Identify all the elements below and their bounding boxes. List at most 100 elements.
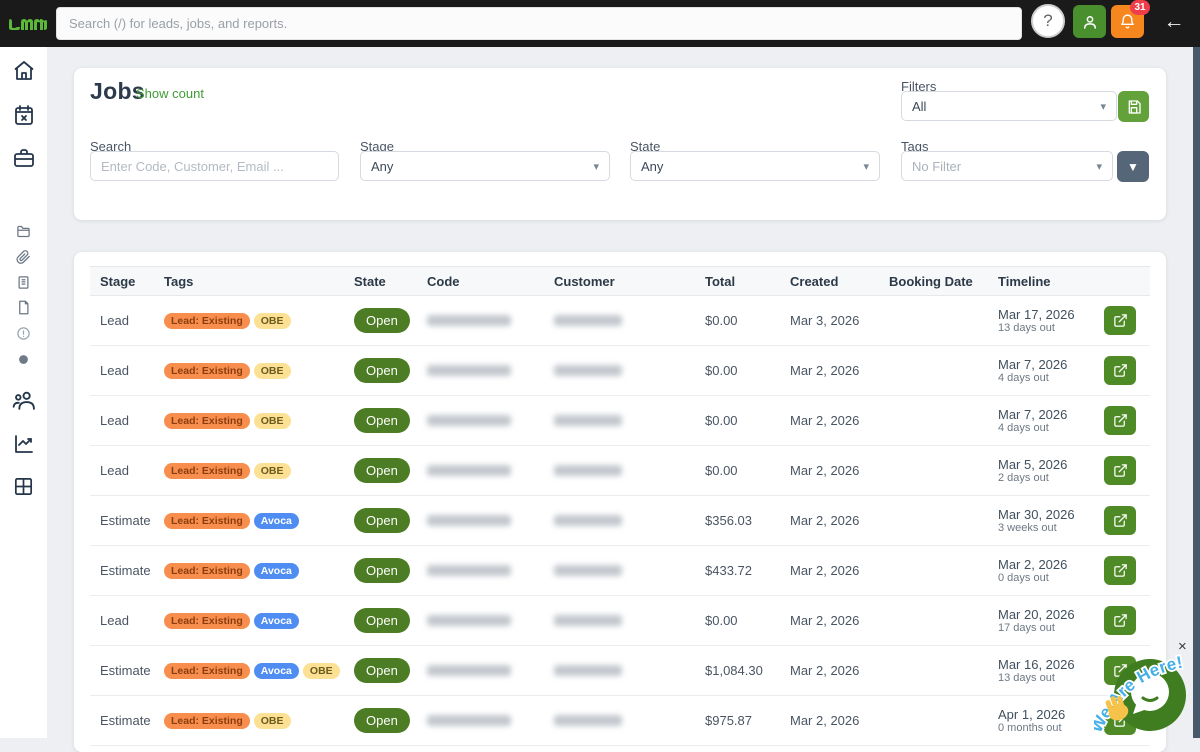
timeline-cell: Mar 7, 2026 4 days out — [988, 357, 1098, 385]
table-row[interactable]: Lead Lead: ExistingOBE Open $0.00 Mar 2,… — [90, 346, 1150, 396]
state-open-button[interactable]: Open — [354, 558, 410, 583]
table-row[interactable]: Lead Lead: ExistingOBE Open $0.00 Mar 3,… — [90, 296, 1150, 346]
tag-badge: Avoca — [254, 613, 299, 629]
state-select[interactable]: Any ▾ — [630, 151, 880, 181]
tag-badge: Lead: Existing — [164, 713, 250, 729]
state-open-button[interactable]: Open — [354, 358, 410, 383]
state-open-button[interactable]: Open — [354, 608, 410, 633]
table-row[interactable]: Estimate Lead: ExistingAvoca Open $356.0… — [90, 496, 1150, 546]
state-open-button[interactable]: Open — [354, 508, 410, 533]
sidebar-item-files[interactable] — [0, 300, 47, 315]
stage-cell: Estimate — [90, 663, 154, 678]
timeline-note: 4 days out — [998, 422, 1098, 435]
sidebar-item-jobs[interactable] — [0, 146, 47, 170]
back-arrow-icon[interactable]: ← — [1160, 8, 1188, 36]
table-row[interactable]: Lead Lead: ExistingOBE Open $0.00 Mar 2,… — [90, 396, 1150, 446]
sidebar-item-status[interactable] — [0, 352, 47, 367]
open-job-button[interactable] — [1104, 456, 1136, 485]
sidebar-item-info[interactable] — [0, 326, 47, 341]
state-open-button[interactable]: Open — [354, 408, 410, 433]
state-open-button[interactable]: Open — [354, 658, 410, 683]
external-link-icon — [1113, 413, 1128, 428]
column-header: Stage — [90, 274, 154, 289]
topbar: ? 31 ← — [0, 0, 1200, 47]
code-cell — [417, 365, 544, 376]
table-row[interactable]: Estimate Lead: ExistingAvoca Open $433.7… — [90, 546, 1150, 596]
sidebar-item-home[interactable] — [0, 59, 47, 83]
open-job-button[interactable] — [1104, 556, 1136, 585]
redacted-code — [427, 365, 511, 376]
redacted-customer — [554, 665, 622, 676]
timeline-date: Mar 17, 2026 — [998, 307, 1098, 322]
waving-hand-icon — [1103, 694, 1133, 722]
action-cell — [1098, 456, 1150, 485]
tags-cell: Lead: ExistingOBE — [154, 413, 344, 429]
table-row[interactable]: Lead Lead: ExistingOBE Open $0.00 Mar 2,… — [90, 446, 1150, 496]
lmn-logo[interactable] — [8, 11, 50, 35]
notebook-icon — [16, 275, 31, 290]
open-job-button[interactable] — [1104, 306, 1136, 335]
show-count-link[interactable]: Show count — [136, 86, 204, 101]
user-button[interactable] — [1073, 5, 1106, 38]
code-cell — [417, 665, 544, 676]
document-icon — [16, 300, 31, 315]
action-cell — [1098, 356, 1150, 385]
state-open-button[interactable]: Open — [354, 708, 410, 733]
chevron-down-icon: ▼ — [1127, 160, 1139, 174]
action-cell — [1098, 406, 1150, 435]
open-job-button[interactable] — [1104, 606, 1136, 635]
filters-select[interactable]: All ▾ — [901, 91, 1117, 121]
save-filter-button[interactable] — [1118, 91, 1149, 122]
external-link-icon — [1113, 563, 1128, 578]
tags-expand-button[interactable]: ▼ — [1117, 151, 1149, 182]
table-search-input[interactable] — [90, 151, 339, 181]
tags-select[interactable]: No Filter ▾ — [901, 151, 1113, 181]
timeline-note: 13 days out — [998, 672, 1098, 685]
sidebar-item-folder[interactable] — [0, 224, 47, 239]
help-button[interactable]: ? — [1031, 4, 1065, 38]
chevron-down-icon: ▾ — [1096, 160, 1102, 173]
sidebar-item-schedule[interactable] — [0, 103, 47, 127]
code-cell — [417, 715, 544, 726]
stage-select[interactable]: Any ▾ — [360, 151, 610, 181]
tag-badge: Lead: Existing — [164, 513, 250, 529]
table-row[interactable]: Estimate Lead: ExistingAvocaOBE Open $1,… — [90, 646, 1150, 696]
global-search-input[interactable] — [56, 7, 1022, 40]
timeline-cell: Mar 7, 2026 4 days out — [988, 407, 1098, 435]
timeline-cell: Apr 1, 2026 0 months out — [988, 707, 1098, 735]
external-link-icon — [1113, 463, 1128, 478]
table-row[interactable]: Lead Lead: ExistingAvoca Open $0.00 Mar … — [90, 596, 1150, 646]
redacted-code — [427, 415, 511, 426]
open-job-button[interactable] — [1104, 506, 1136, 535]
tags-cell: Lead: ExistingOBE — [154, 313, 344, 329]
sidebar-item-attachments[interactable] — [0, 249, 47, 264]
tags-cell: Lead: ExistingAvoca — [154, 563, 344, 579]
tag-badge: Avoca — [254, 563, 299, 579]
sidebar-item-customers[interactable] — [0, 388, 47, 413]
tags-cell: Lead: ExistingOBE — [154, 713, 344, 729]
open-job-button[interactable] — [1104, 406, 1136, 435]
code-cell — [417, 515, 544, 526]
sidebar-item-notes[interactable] — [0, 275, 47, 290]
calendar-x-icon — [12, 103, 36, 127]
state-open-button[interactable]: Open — [354, 458, 410, 483]
table-row[interactable]: Estimate Lead: ExistingOBE Open $975.87 … — [90, 696, 1150, 746]
chat-close-icon[interactable]: × — [1178, 638, 1187, 655]
state-cell: Open — [344, 358, 417, 383]
redacted-code — [427, 615, 511, 626]
customer-cell — [544, 715, 695, 726]
created-cell: Mar 2, 2026 — [780, 513, 879, 528]
created-cell: Mar 2, 2026 — [780, 563, 879, 578]
state-open-button[interactable]: Open — [354, 308, 410, 333]
reports-chart-icon — [12, 432, 36, 456]
sidebar-item-reports[interactable] — [0, 432, 47, 456]
sidebar-item-apps[interactable] — [0, 475, 47, 498]
customer-cell — [544, 315, 695, 326]
tags-cell: Lead: ExistingOBE — [154, 463, 344, 479]
jobs-table-card: Stage Tags State Code Customer Total Cre… — [74, 252, 1166, 752]
total-cell: $0.00 — [695, 613, 780, 628]
state-cell: Open — [344, 458, 417, 483]
timeline-date: Mar 5, 2026 — [998, 457, 1098, 472]
open-job-button[interactable] — [1104, 356, 1136, 385]
vertical-scrollbar[interactable] — [1193, 47, 1200, 738]
